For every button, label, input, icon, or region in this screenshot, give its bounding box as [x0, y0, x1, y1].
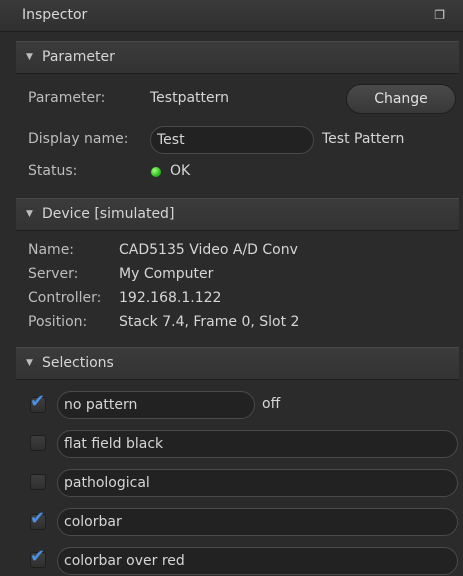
device-controller-label: Controller: [28, 290, 102, 306]
selection-checkbox-no-pattern[interactable]: ✔ [30, 392, 46, 413]
selection-checkbox-colorbar-over-red[interactable]: ✔ [30, 547, 46, 568]
selection-field-colorbar-over-red[interactable]: colorbar over red [57, 547, 458, 575]
float-window-icon[interactable]: ❐ [434, 8, 445, 22]
inspector-panel: Inspector ❐ ▼ Parameter Parameter: Testp… [0, 0, 463, 576]
collapse-triangle-icon: ▼ [26, 358, 33, 368]
selection-field-no-pattern[interactable]: no pattern [57, 391, 255, 419]
device-position-value: Stack 7.4, Frame 0, Slot 2 [119, 314, 300, 330]
display-name-field[interactable]: Test [150, 126, 314, 154]
selections-section-header[interactable]: ▼ Selections [16, 347, 459, 380]
selection-checkbox-pathological[interactable] [30, 474, 46, 490]
device-section-label: Device [simulated] [42, 206, 175, 222]
status-value: OK [170, 163, 191, 179]
parameter-section-label: Parameter [42, 49, 115, 65]
inspector-titlebar: Inspector ❐ [0, 0, 463, 32]
device-section-header[interactable]: ▼ Device [simulated] [16, 198, 459, 231]
parameter-value: Testpattern [150, 90, 230, 106]
selection-extra-off: off [262, 396, 281, 412]
device-server-label: Server: [28, 266, 79, 282]
change-button[interactable]: Change [346, 84, 456, 114]
collapse-triangle-icon: ▼ [26, 52, 33, 62]
display-name-extra: Test Pattern [322, 131, 405, 147]
selection-field-colorbar[interactable]: colorbar [57, 508, 458, 536]
device-server-value: My Computer [119, 266, 214, 282]
collapse-triangle-icon: ▼ [26, 209, 33, 219]
device-position-label: Position: [28, 314, 88, 330]
selection-field-flat-field-black[interactable]: flat field black [57, 430, 458, 458]
checkmark-icon: ✔ [30, 508, 46, 529]
window-title: Inspector [22, 7, 88, 23]
parameter-section-header[interactable]: ▼ Parameter [16, 41, 459, 74]
device-name-label: Name: [28, 242, 75, 258]
device-name-value: CAD5135 Video A/D Conv [119, 242, 298, 258]
parameter-label: Parameter: [28, 90, 106, 106]
selection-field-pathological[interactable]: pathological [57, 469, 458, 497]
status-ok-icon [151, 167, 161, 177]
display-name-label: Display name: [28, 131, 129, 147]
selections-section-label: Selections [42, 355, 114, 371]
device-controller-value: 192.168.1.122 [119, 290, 222, 306]
checkmark-icon: ✔ [30, 391, 46, 412]
status-label: Status: [28, 163, 78, 179]
selection-checkbox-colorbar[interactable]: ✔ [30, 509, 46, 530]
selection-checkbox-flat-field-black[interactable] [30, 435, 46, 451]
checkmark-icon: ✔ [30, 546, 46, 567]
